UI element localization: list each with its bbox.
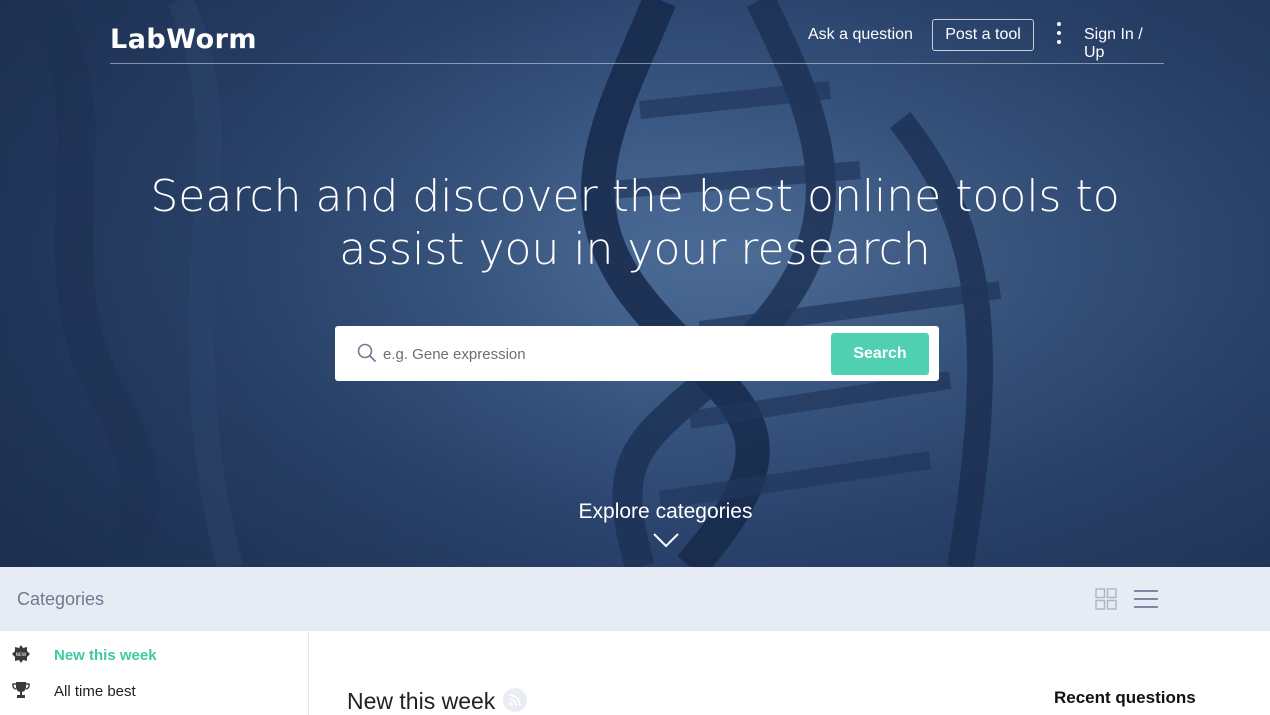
explore-categories-link[interactable]: Explore categories <box>0 500 1270 524</box>
category-sidebar: NEW New this week All time best <box>0 631 309 715</box>
rss-icon[interactable] <box>503 688 527 712</box>
svg-text:NEW: NEW <box>16 652 27 658</box>
ask-question-link[interactable]: Ask a question <box>808 26 913 44</box>
search-input[interactable] <box>381 338 825 370</box>
sidebar-item-label: All time best <box>54 683 136 700</box>
labworm-logo[interactable]: LabWorm <box>110 24 257 55</box>
post-tool-button[interactable]: Post a tool <box>932 19 1034 51</box>
categories-bar: Categories <box>0 567 1270 631</box>
list-view-icon[interactable] <box>1134 589 1158 609</box>
grid-view-icon[interactable] <box>1095 588 1117 610</box>
search-button[interactable]: Search <box>831 333 929 375</box>
kebab-menu-icon[interactable] <box>1056 20 1062 48</box>
search-bar: Search <box>335 326 939 381</box>
trophy-icon <box>12 682 30 698</box>
sidebar-item-new-this-week[interactable]: NEW New this week <box>0 639 308 669</box>
recent-questions-title: Recent questions <box>1054 688 1196 707</box>
chevron-down-icon[interactable] <box>652 532 680 548</box>
hero-headline: Search and discover the best online tool… <box>0 170 1270 276</box>
headline-line-2: assist you in your research <box>339 224 931 275</box>
hero-section: LabWorm Ask a question Post a tool Sign … <box>0 0 1270 567</box>
new-badge-icon: NEW <box>12 645 30 663</box>
headline-line-1: Search and discover the best online tool… <box>150 171 1120 222</box>
dna-background-image <box>0 0 1270 567</box>
top-navigation: LabWorm Ask a question Post a tool Sign … <box>110 0 1164 64</box>
sidebar-item-all-time-best[interactable]: All time best <box>0 675 308 705</box>
sidebar-item-label: New this week <box>54 647 157 664</box>
categories-title: Categories <box>17 589 105 609</box>
sign-in-link[interactable]: Sign In / Up <box>1084 26 1164 62</box>
section-title: New this week <box>347 688 496 714</box>
search-icon <box>357 343 376 362</box>
